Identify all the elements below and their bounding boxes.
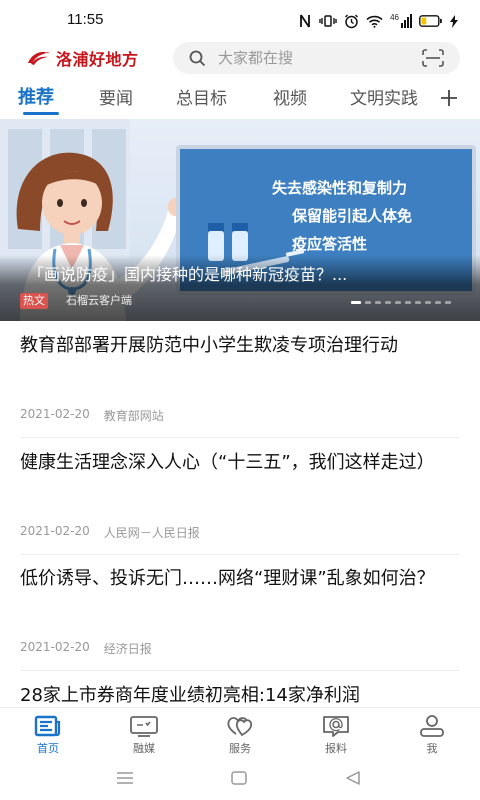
logo-text: 洛浦好地方 (56, 50, 139, 69)
carousel-dot (385, 301, 391, 304)
channel-tabs: 推荐 要闻 总目标 视频 文明实践 (0, 78, 480, 118)
media-icon (130, 716, 158, 737)
news-source: 教育部网站 (103, 409, 164, 423)
header: 洛浦好地方 (0, 40, 480, 76)
carousel-dot (415, 301, 421, 304)
nav-me[interactable]: 我 (402, 714, 462, 756)
home-button-icon[interactable] (231, 771, 247, 785)
nav-report[interactable]: 报料 (306, 714, 366, 756)
banner-carousel[interactable]: 失去感染性和复制力 保留能引起人体免 疫应答活性 「画说防疫」国内接种的是哪种新… (0, 119, 480, 321)
news-meta: 2021-02-20 经济日报 (20, 640, 152, 657)
app-logo[interactable]: 洛浦好地方 (26, 46, 139, 70)
carousel-dot (405, 301, 411, 304)
carousel-dot (375, 301, 381, 304)
vibrate-icon (319, 15, 337, 27)
nav-label: 报料 (325, 742, 347, 755)
scan-icon[interactable] (422, 49, 444, 67)
board-line-1: 失去感染性和复制力 (272, 179, 408, 197)
nav-label: 首页 (37, 742, 59, 755)
shrimp-logo-icon (28, 51, 50, 65)
nav-home[interactable]: 首页 (18, 714, 78, 756)
nav-label: 服务 (229, 742, 251, 755)
banner-title[interactable]: 「画说防疫」国内接种的是哪种新冠疫苗？... (28, 261, 347, 285)
banner-source: 石榴云客户端 (66, 294, 132, 307)
news-list: 教育部部署开展防范中小学生欺凌专项治理行动 2021-02-20 教育部网站 健… (0, 321, 480, 707)
carousel-dot (425, 301, 431, 304)
carousel-dot (435, 301, 441, 304)
news-item[interactable]: 健康生活理念深入人心（“十三五”，我们这样走过） 2021-02-20 人民网－… (20, 450, 460, 555)
menu-icon[interactable] (116, 771, 134, 785)
news-meta: 2021-02-20 教育部网站 (20, 407, 164, 424)
tab-main-goal[interactable]: 总目标 (176, 84, 227, 109)
tab-civilization[interactable]: 文明实践 (350, 84, 418, 109)
signal-icon: 46 (390, 14, 412, 28)
carousel-dots (351, 301, 451, 304)
wifi-icon (366, 15, 383, 28)
status-icons: 46 (298, 11, 458, 31)
tab-video[interactable]: 视频 (273, 84, 307, 109)
news-item[interactable]: 教育部部署开展防范中小学生欺凌专项治理行动 2021-02-20 教育部网站 (20, 333, 460, 438)
news-item[interactable]: 28家上市券商年度业绩初亮相:14家净利润 (20, 683, 460, 707)
charging-icon (450, 14, 458, 28)
tab-news[interactable]: 要闻 (99, 84, 133, 109)
nav-label: 融媒 (133, 742, 155, 755)
news-date: 2021-02-20 (20, 524, 90, 538)
service-icon (227, 717, 253, 737)
tab-recommend[interactable]: 推荐 (18, 83, 54, 109)
back-icon[interactable] (345, 771, 361, 785)
nav-media[interactable]: 融媒 (114, 714, 174, 756)
search-input[interactable] (218, 42, 408, 74)
news-source: 人民网－人民日报 (103, 526, 200, 540)
add-channel-button[interactable] (438, 82, 462, 110)
status-bar: 11:55 46 (0, 0, 480, 40)
nav-service[interactable]: 服务 (210, 714, 270, 756)
carousel-dot (395, 301, 401, 304)
news-item[interactable]: 低价诱导、投诉无门……网络“理财课”乱象如何治？ 2021-02-20 经济日报 (20, 566, 460, 671)
news-date: 2021-02-20 (20, 640, 90, 654)
report-icon (323, 716, 349, 737)
carousel-dot (351, 301, 361, 304)
home-icon (34, 715, 61, 737)
plus-icon (441, 90, 457, 106)
search-icon (189, 50, 206, 67)
news-date: 2021-02-20 (20, 407, 90, 421)
user-icon (420, 715, 444, 737)
nfc-icon (300, 14, 310, 28)
board-line-3: 疫应答活性 (292, 235, 368, 253)
tab-indicator (23, 112, 59, 115)
news-title: 28家上市券商年度业绩初亮相:14家净利润 (20, 685, 360, 706)
search-bar[interactable] (173, 42, 460, 74)
battery-icon (419, 15, 442, 27)
network-type: 46 (390, 13, 399, 22)
nav-label: 我 (426, 742, 438, 755)
news-source: 经济日报 (103, 642, 152, 656)
alarm-icon (345, 14, 359, 28)
tabs-fade (415, 78, 439, 118)
news-title: 低价诱导、投诉无门……网络“理财课”乱象如何治？ (20, 568, 435, 589)
news-title: 教育部部署开展防范中小学生欺凌专项治理行动 (20, 335, 398, 356)
news-meta: 2021-02-20 人民网－人民日报 (20, 524, 200, 541)
status-time: 11:55 (67, 11, 104, 28)
system-nav-bar (0, 762, 480, 800)
hot-badge: 热文 (20, 293, 48, 309)
carousel-dot (445, 301, 451, 304)
carousel-dot (365, 301, 371, 304)
board-line-2: 保留能引起人体免 (292, 207, 413, 225)
bottom-nav: 首页 融媒 服务 报料 我 (0, 707, 480, 762)
news-title: 健康生活理念深入人心（“十三五”，我们这样走过） (20, 452, 435, 473)
